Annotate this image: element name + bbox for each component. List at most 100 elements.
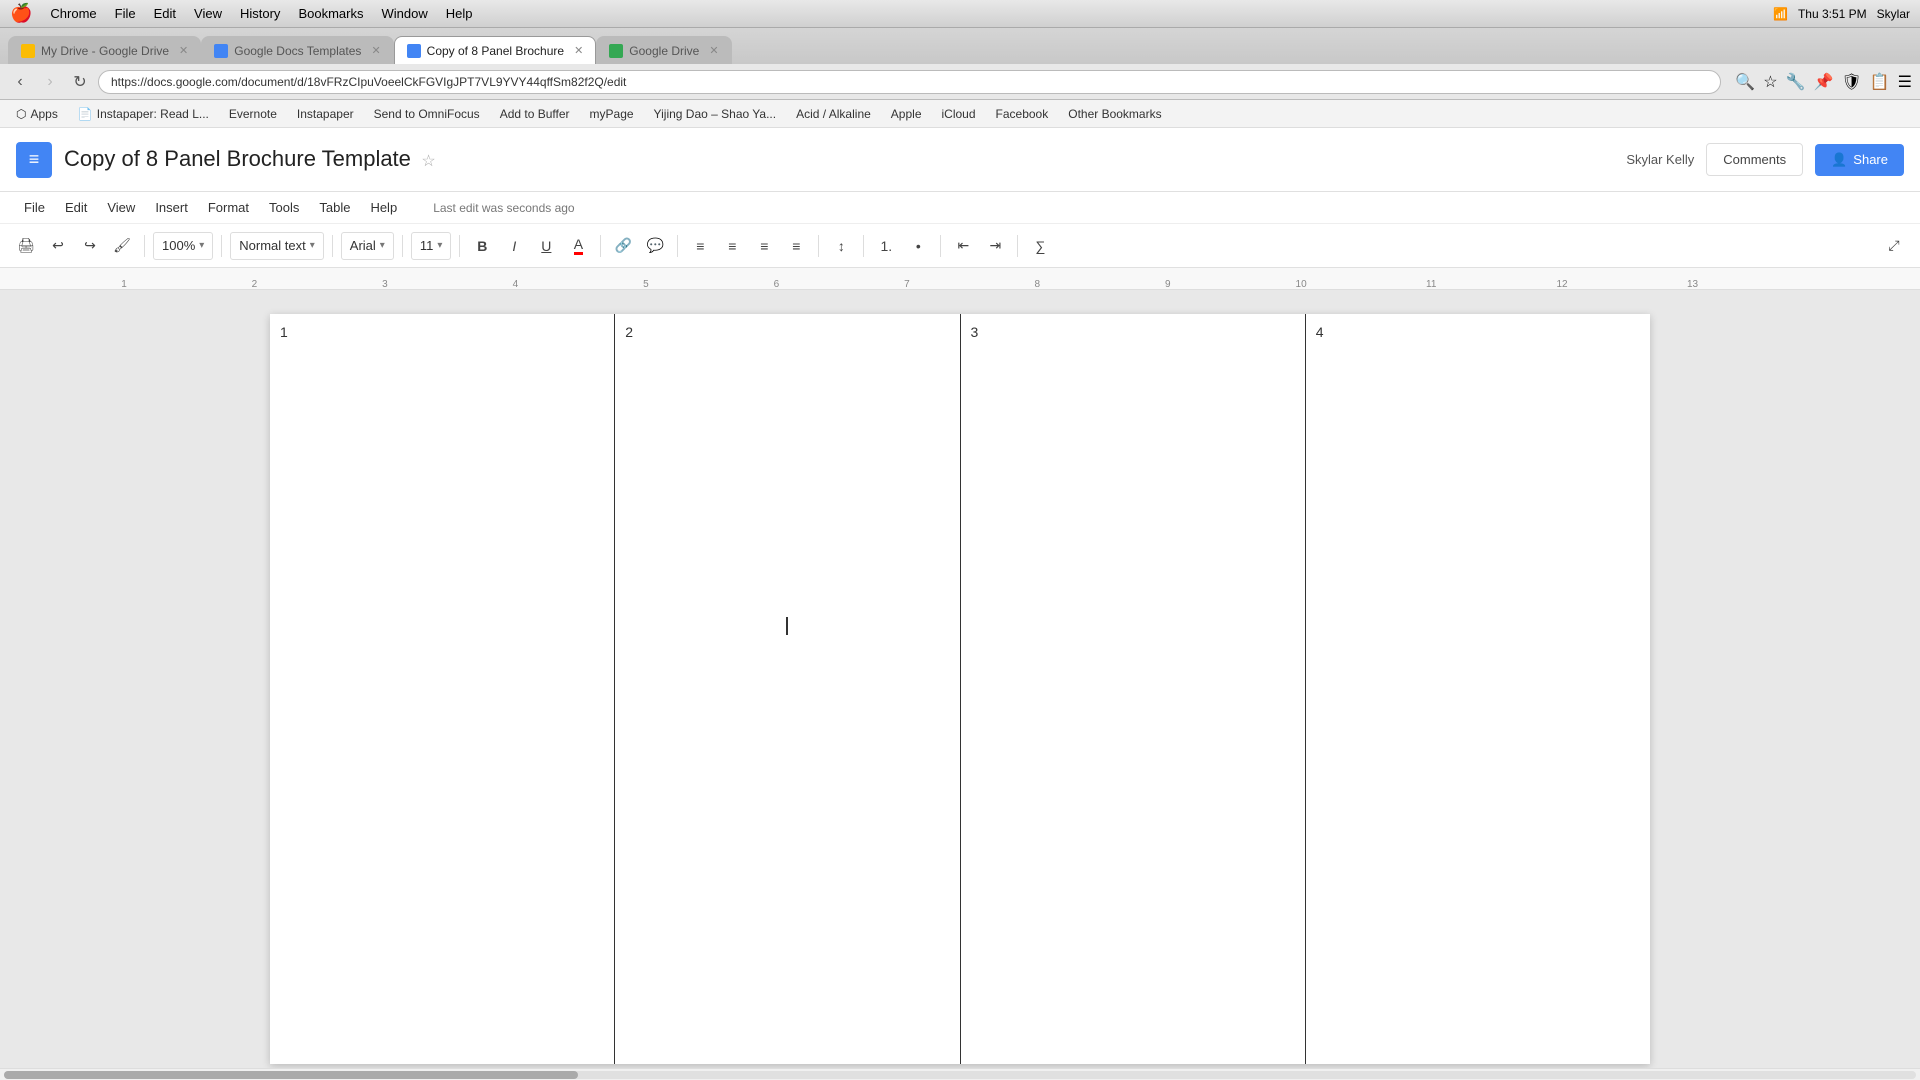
- tab-label-templates: Google Docs Templates: [234, 44, 361, 58]
- back-button[interactable]: ‹: [8, 70, 32, 94]
- menu-insert[interactable]: Insert: [147, 196, 196, 219]
- tab-close-templates[interactable]: ✕: [371, 44, 380, 57]
- paintformat-button[interactable]: 🖌: [108, 232, 136, 260]
- bookmark-instapaper[interactable]: 📄 Instapaper: Read L...: [70, 105, 217, 123]
- collapse-button[interactable]: ⤢: [1880, 232, 1908, 260]
- chrome-menu[interactable]: Chrome: [50, 6, 96, 21]
- italic-button[interactable]: I: [500, 232, 528, 260]
- extension-icon-4[interactable]: 📋: [1870, 72, 1890, 92]
- tab-drive2[interactable]: Google Drive ✕: [596, 36, 731, 64]
- panel-4[interactable]: 4: [1306, 314, 1650, 1064]
- bookmark-other[interactable]: Other Bookmarks: [1060, 105, 1169, 123]
- extension-icon-2[interactable]: 📌: [1814, 72, 1834, 92]
- share-icon: 👤: [1831, 152, 1847, 168]
- panel-3[interactable]: 3: [961, 314, 1306, 1064]
- bookmark-mypage[interactable]: myPage: [582, 105, 642, 123]
- window-menu[interactable]: Window: [381, 6, 427, 21]
- docs-toolbar: 🖨 ↩ ↪ 🖌 100% ▾ Normal text ▾ Arial ▾ 11 …: [0, 224, 1920, 268]
- bookmarks-menu[interactable]: Bookmarks: [298, 6, 363, 21]
- menu-help[interactable]: Help: [362, 196, 405, 219]
- bookmark-icloud[interactable]: iCloud: [934, 105, 984, 123]
- docs-user-name: Skylar Kelly: [1626, 152, 1694, 167]
- last-edit-status: Last edit was seconds ago: [433, 201, 574, 215]
- scroll-thumb[interactable]: [4, 1071, 578, 1079]
- forward-button[interactable]: ›: [38, 70, 62, 94]
- file-menu[interactable]: File: [115, 6, 136, 21]
- print-button[interactable]: 🖨: [12, 232, 40, 260]
- font-dropdown[interactable]: Arial ▾: [341, 232, 394, 260]
- panel-3-number: 3: [971, 324, 979, 340]
- refresh-button[interactable]: ↻: [68, 70, 92, 94]
- docs-star-button[interactable]: ☆: [421, 153, 435, 170]
- list-bullet-button[interactable]: •: [904, 232, 932, 260]
- tab-close-drive2[interactable]: ✕: [709, 44, 718, 57]
- zoom-dropdown[interactable]: 100% ▾: [153, 232, 213, 260]
- menu-table[interactable]: Table: [311, 196, 358, 219]
- font-arrow: ▾: [380, 240, 385, 251]
- extension-icon-1[interactable]: 🔧: [1786, 72, 1806, 92]
- bookmark-buffer[interactable]: Add to Buffer: [492, 105, 578, 123]
- underline-button[interactable]: U: [532, 232, 560, 260]
- search-icon[interactable]: 🔍: [1735, 72, 1755, 92]
- help-menu[interactable]: Help: [446, 6, 473, 21]
- bookmark-instapaper2[interactable]: Instapaper: [289, 105, 362, 123]
- menu-tools[interactable]: Tools: [261, 196, 307, 219]
- mac-status-bar: 📶 Thu 3:51 PM Skylar: [1773, 7, 1910, 21]
- share-button[interactable]: 👤 Share: [1815, 144, 1904, 176]
- toolbar-sep-1: [144, 235, 145, 257]
- view-menu[interactable]: View: [194, 6, 222, 21]
- redo-button[interactable]: ↪: [76, 232, 104, 260]
- bookmark-omnifocus[interactable]: Send to OmniFocus: [366, 105, 488, 123]
- toolbar-sep-8: [818, 235, 819, 257]
- list-numbered-button[interactable]: 1.: [872, 232, 900, 260]
- tab-close-brochure[interactable]: ✕: [574, 44, 583, 57]
- textcolor-button[interactable]: A: [564, 232, 592, 260]
- bookmark-acid[interactable]: Acid / Alkaline: [788, 105, 879, 123]
- menu-format[interactable]: Format: [200, 196, 257, 219]
- menu-file[interactable]: File: [16, 196, 53, 219]
- bookmark-facebook[interactable]: Facebook: [988, 105, 1057, 123]
- doc-content[interactable]: 1 2 3 4: [0, 290, 1920, 1068]
- extension-icon-3[interactable]: 🛡: [1841, 72, 1861, 92]
- size-dropdown[interactable]: 11 ▾: [411, 232, 452, 260]
- indent-left-button[interactable]: ⇤: [949, 232, 977, 260]
- menu-icon[interactable]: ☰: [1898, 72, 1912, 92]
- panel-2[interactable]: 2: [615, 314, 960, 1064]
- align-justify-button[interactable]: ≡: [782, 232, 810, 260]
- align-right-button[interactable]: ≡: [750, 232, 778, 260]
- scroll-track[interactable]: [4, 1071, 1916, 1079]
- address-bar[interactable]: https://docs.google.com/document/d/18vFR…: [98, 70, 1721, 94]
- bookmark-evernote[interactable]: Evernote: [221, 105, 285, 123]
- menu-edit[interactable]: Edit: [57, 196, 95, 219]
- ruler-mark-9: 9: [1165, 279, 1171, 290]
- comment-button[interactable]: 💬: [641, 232, 669, 260]
- bookmark-yijing[interactable]: Yijing Dao – Shao Ya...: [646, 105, 785, 123]
- bold-button[interactable]: B: [468, 232, 496, 260]
- star-icon[interactable]: ☆: [1763, 72, 1777, 92]
- menu-view[interactable]: View: [99, 196, 143, 219]
- tab-close-mydrive[interactable]: ✕: [179, 44, 188, 57]
- tab-mydrive[interactable]: My Drive - Google Drive ✕: [8, 36, 201, 64]
- linespacing-button[interactable]: ↕: [827, 232, 855, 260]
- tab-brochure[interactable]: Copy of 8 Panel Brochure ✕: [394, 36, 597, 64]
- apple-menu[interactable]: 🍎: [10, 3, 32, 24]
- bookmark-apps[interactable]: ⬡ Apps: [8, 105, 66, 123]
- style-label: Normal text: [239, 238, 305, 253]
- link-button[interactable]: 🔗: [609, 232, 637, 260]
- formula-button[interactable]: ∑: [1026, 232, 1054, 260]
- comments-button[interactable]: Comments: [1706, 143, 1803, 176]
- undo-button[interactable]: ↩: [44, 232, 72, 260]
- docs-document-title[interactable]: Copy of 8 Panel Brochure Template: [64, 146, 411, 171]
- align-center-button[interactable]: ≡: [718, 232, 746, 260]
- bottom-scrollbar[interactable]: [0, 1068, 1920, 1080]
- panel-1[interactable]: 1: [270, 314, 615, 1064]
- edit-menu[interactable]: Edit: [154, 6, 176, 21]
- indent-right-button[interactable]: ⇥: [981, 232, 1009, 260]
- panel-4-number: 4: [1316, 324, 1324, 340]
- bookmark-apple[interactable]: Apple: [883, 105, 930, 123]
- style-dropdown[interactable]: Normal text ▾: [230, 232, 324, 260]
- history-menu[interactable]: History: [240, 6, 280, 21]
- tab-templates[interactable]: Google Docs Templates ✕: [201, 36, 393, 64]
- align-left-button[interactable]: ≡: [686, 232, 714, 260]
- ruler-mark-13: 13: [1687, 279, 1698, 290]
